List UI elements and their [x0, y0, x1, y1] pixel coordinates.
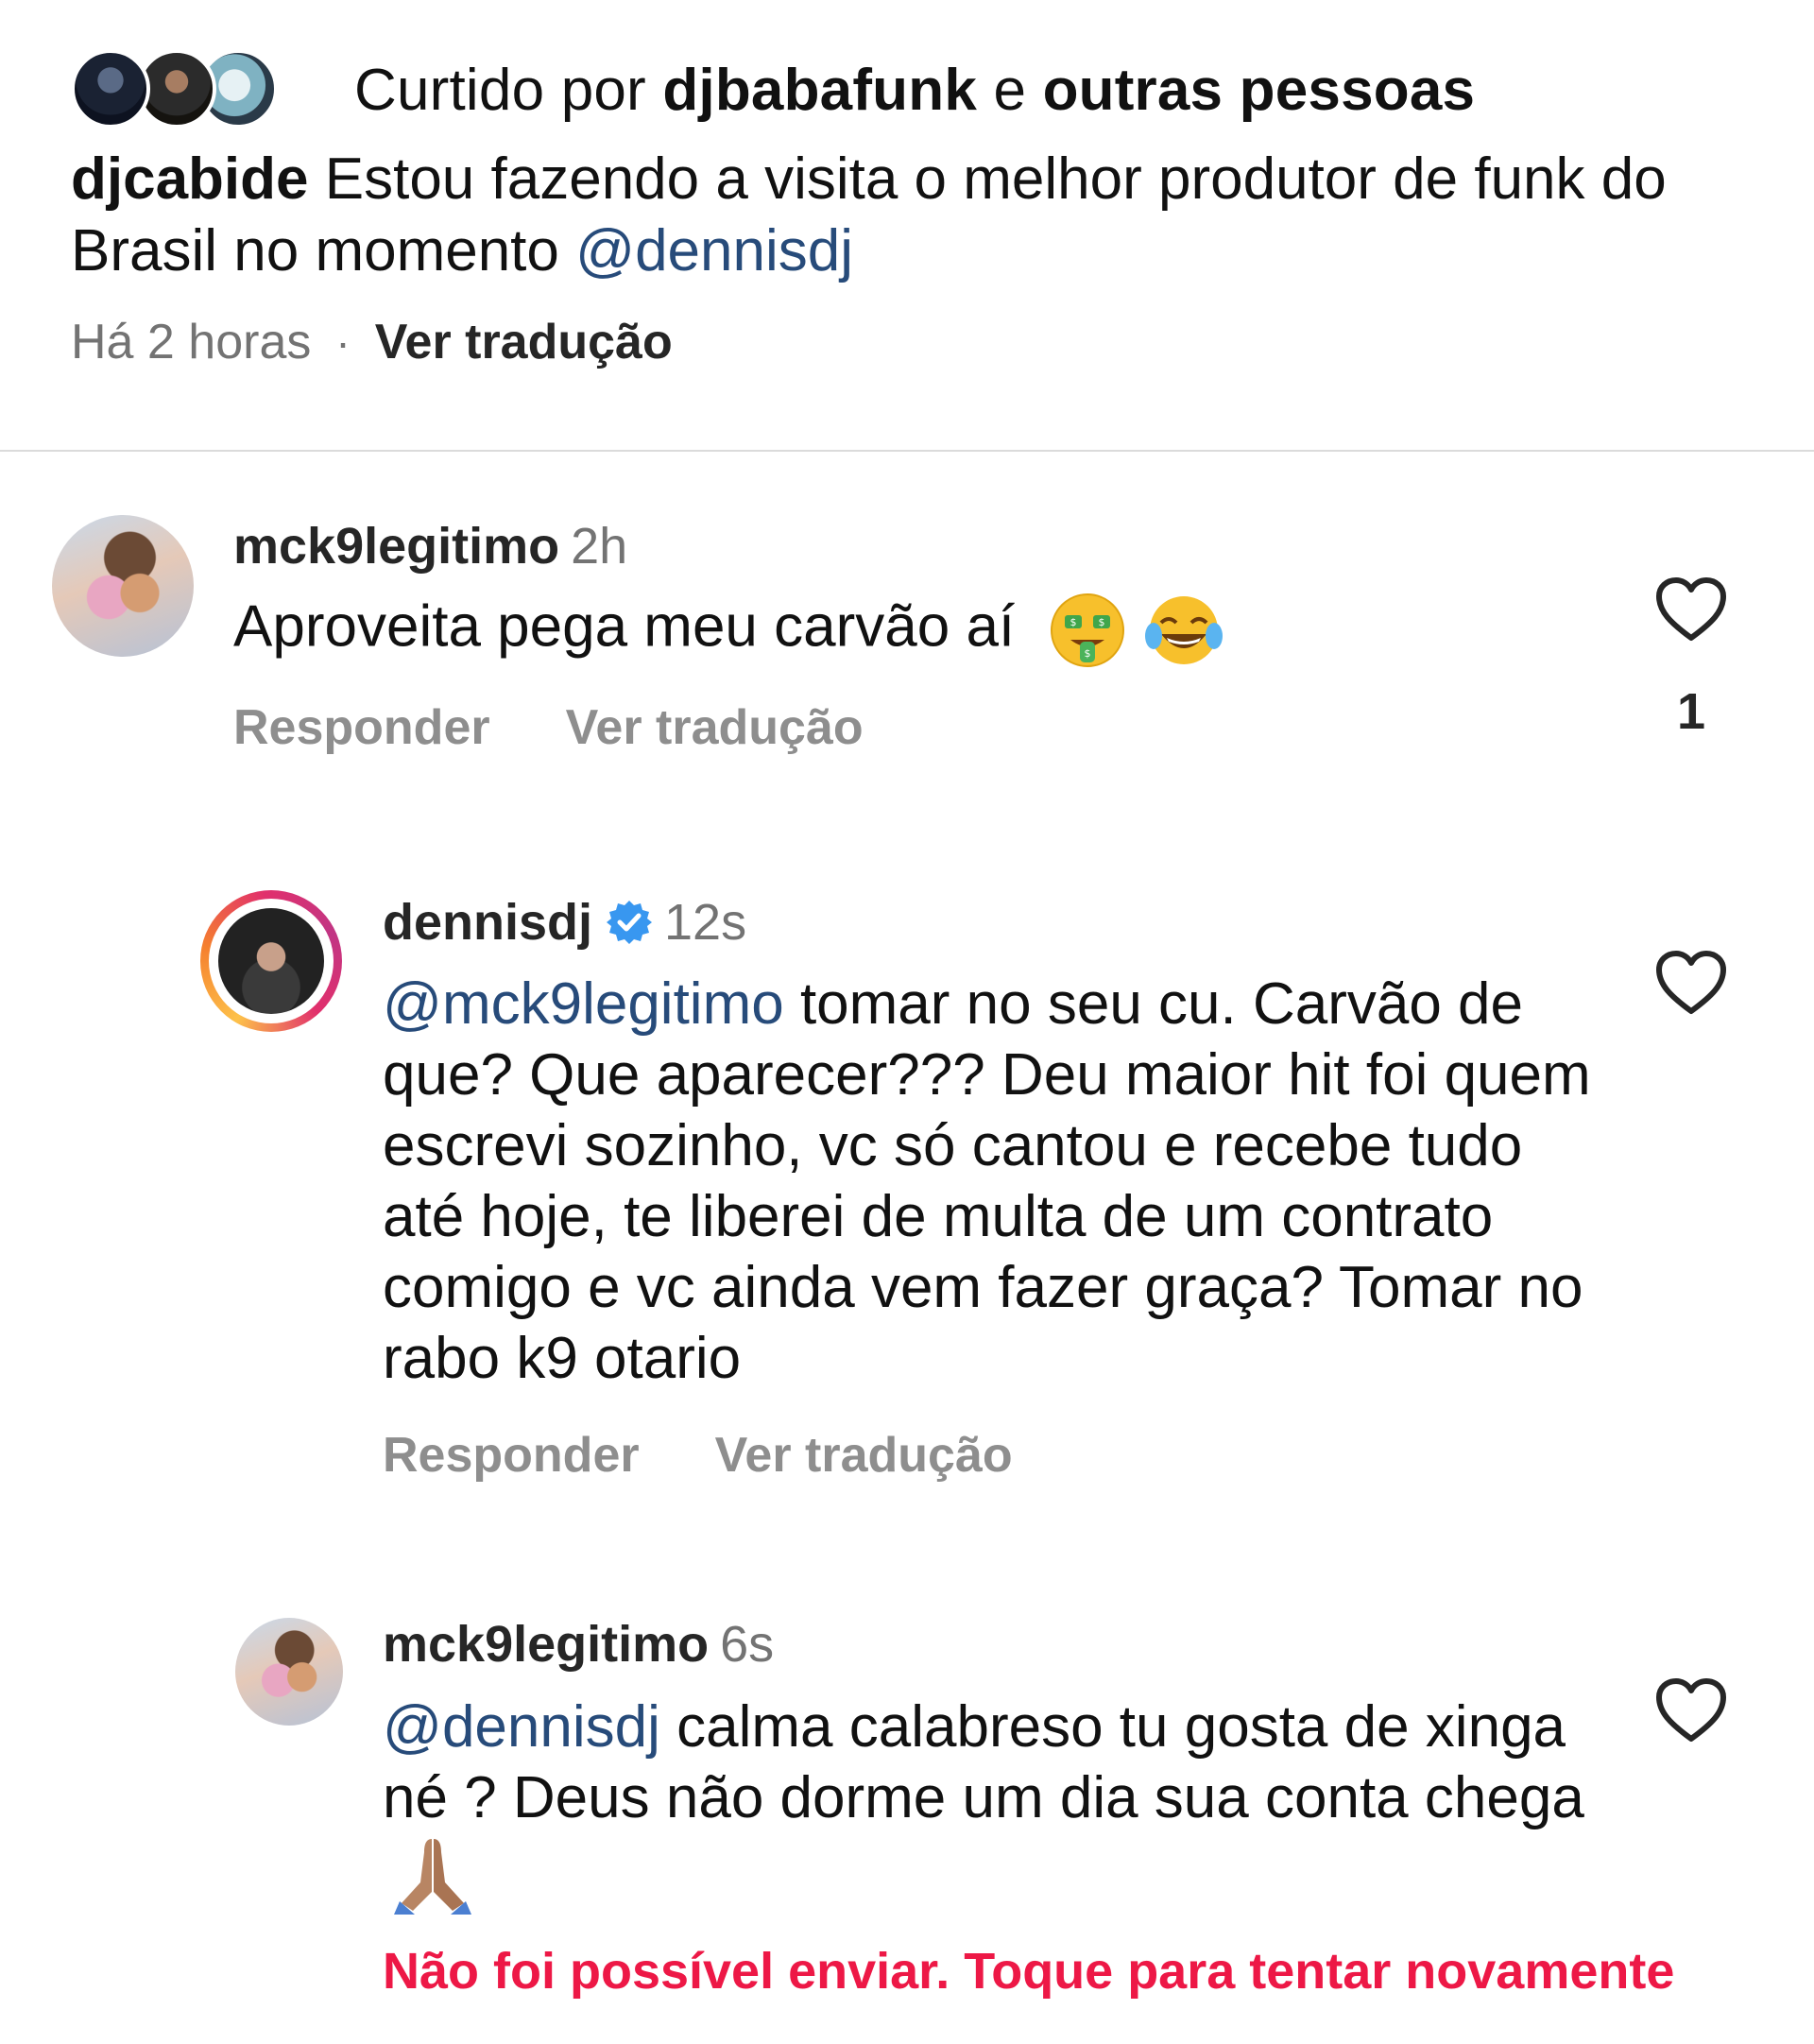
comment-actions: Responder Ver tradução [233, 699, 864, 756]
comment-header: mck9legitimo 2h [233, 516, 627, 576]
reply-text: @mck9legitimo tomar no seu cu. Carvão de… [383, 969, 1611, 1394]
comment-time: 2h [571, 518, 628, 575]
post-caption: djcabide Estou fazendo a visita o melhor… [71, 144, 1771, 287]
svg-text:$: $ [1099, 616, 1105, 628]
folded-hands-icon [394, 1839, 471, 1915]
comment-text-content: Aproveita pega meu carvão aí [233, 593, 1032, 660]
reply-header: mck9legitimo 6s [383, 1614, 774, 1675]
section-divider [0, 450, 1814, 452]
meta-separator: · [335, 318, 351, 367]
post-meta: Há 2 horas · Ver tradução [71, 314, 673, 370]
story-ring-avatar[interactable] [200, 890, 342, 1032]
reply-button[interactable]: Responder [233, 700, 490, 755]
caption-author[interactable]: djcabide [71, 146, 309, 212]
like-heart-icon[interactable] [1653, 1676, 1729, 1744]
face-with-tears-of-joy-icon [1145, 596, 1224, 664]
comment-text: Aproveita pega meu carvão aí $ $ $ [233, 591, 1603, 670]
post-translate-button[interactable]: Ver tradução [375, 314, 673, 370]
reply-mention-link[interactable]: @dennisdj [383, 1694, 660, 1760]
comment-like-count: 1 [1676, 683, 1706, 740]
liker-avatar [71, 49, 150, 129]
liked-by-prefix: Curtido por [354, 57, 663, 123]
post-time: Há 2 horas [71, 315, 312, 369]
reply-time: 6s [720, 1616, 775, 1673]
translate-button[interactable]: Ver tradução [715, 1428, 1013, 1483]
send-failed-retry-button[interactable]: Não foi possível enviar. Toque para tent… [383, 1942, 1674, 2001]
like-heart-icon[interactable] [1653, 575, 1729, 644]
liked-by-mid: e [977, 57, 1043, 123]
liked-by-user-link[interactable]: djbabafunk [662, 58, 977, 123]
caption-mention-link[interactable]: @dennisdj [575, 218, 853, 283]
commenter-avatar[interactable] [52, 515, 194, 657]
reply-button[interactable]: Responder [383, 1428, 640, 1483]
reply-header: dennisdj 12s [383, 892, 746, 953]
money-mouth-face-icon: $ $ $ [1051, 593, 1125, 667]
liked-by-text: Curtido por djbabafunk e outras pessoas [354, 57, 1475, 124]
verified-badge-icon [607, 901, 653, 944]
svg-text:$: $ [1085, 647, 1091, 660]
reply-mention-link[interactable]: @mck9legitimo [383, 971, 784, 1037]
svg-text:$: $ [1070, 616, 1077, 628]
reply-actions: Responder Ver tradução [383, 1427, 1013, 1484]
reply-text: @dennisdj calma calabreso tu gosta de xi… [383, 1692, 1611, 1915]
reply-avatar [218, 908, 324, 1014]
liked-by-row[interactable]: Curtido por djbabafunk e outras pessoas [71, 47, 1475, 132]
reply-time: 12s [664, 894, 747, 951]
caption-text: Estou fazendo a visita o melhor produtor… [71, 146, 1667, 283]
liker-avatars [71, 47, 278, 132]
reply-username[interactable]: dennisdj [383, 893, 592, 952]
comment-username[interactable]: mck9legitimo [233, 517, 559, 575]
liked-by-others-link[interactable]: outras pessoas [1043, 58, 1476, 123]
like-heart-icon[interactable] [1653, 949, 1729, 1017]
reply-avatar[interactable] [235, 1618, 343, 1726]
translate-button[interactable]: Ver tradução [566, 700, 864, 755]
reply-username[interactable]: mck9legitimo [383, 1615, 709, 1674]
